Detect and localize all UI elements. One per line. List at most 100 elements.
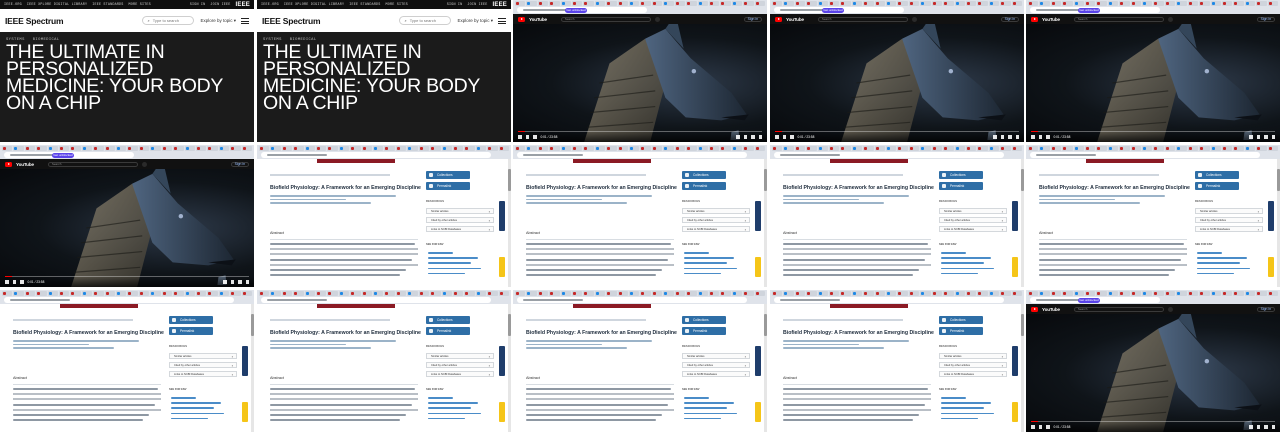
browser-tab[interactable] bbox=[526, 146, 537, 151]
browser-tab[interactable] bbox=[772, 146, 783, 151]
browser-tab[interactable] bbox=[720, 291, 731, 296]
browser-tab[interactable] bbox=[1187, 146, 1199, 151]
browser-tab[interactable] bbox=[1039, 1, 1050, 6]
youtube-logo-icon[interactable] bbox=[1031, 306, 1038, 312]
address-bar[interactable] bbox=[261, 297, 491, 303]
browser-tab[interactable] bbox=[316, 146, 327, 151]
browser-tab[interactable] bbox=[1000, 291, 1011, 296]
browser-tab[interactable] bbox=[583, 291, 594, 296]
browser-tab[interactable] bbox=[1153, 291, 1164, 296]
browser-tab[interactable] bbox=[1085, 146, 1096, 151]
browser-tab[interactable] bbox=[36, 291, 47, 296]
browser-tab[interactable] bbox=[304, 291, 316, 296]
youtube-wordmark[interactable]: YouTube bbox=[529, 17, 547, 22]
browser-tab[interactable] bbox=[572, 146, 583, 151]
browser-tab[interactable] bbox=[1130, 1, 1142, 6]
browser-tab[interactable] bbox=[47, 146, 59, 151]
scrollbar[interactable] bbox=[764, 304, 767, 432]
browser-tab[interactable] bbox=[1073, 291, 1085, 296]
miniplayer-icon[interactable] bbox=[1264, 135, 1268, 139]
browser-tab[interactable] bbox=[897, 1, 908, 6]
browser-tab[interactable] bbox=[407, 146, 418, 151]
browser-tab[interactable] bbox=[720, 1, 731, 6]
browser-tab[interactable] bbox=[640, 291, 651, 296]
microphone-icon[interactable] bbox=[1167, 16, 1173, 22]
browser-tab[interactable] bbox=[1107, 291, 1119, 296]
browser-tab[interactable] bbox=[361, 291, 373, 296]
browser-tab[interactable] bbox=[441, 291, 452, 296]
permalink-button[interactable]: Permalink bbox=[939, 327, 983, 335]
browser-tab[interactable] bbox=[230, 291, 241, 296]
scroll-thumb[interactable] bbox=[508, 169, 511, 191]
sign-in-link[interactable]: SIGN IN bbox=[447, 3, 463, 7]
browser-tab[interactable] bbox=[817, 291, 829, 296]
browser-tab[interactable] bbox=[965, 291, 977, 296]
resource-similar-articles[interactable]: Similar articles bbox=[426, 353, 494, 359]
browser-tab[interactable] bbox=[161, 291, 173, 296]
search-input[interactable]: ⌕ Type to search bbox=[142, 16, 195, 25]
browser-tab[interactable] bbox=[526, 1, 537, 6]
browser-tab[interactable] bbox=[537, 146, 549, 151]
browser-tab[interactable] bbox=[629, 291, 640, 296]
browser-tab[interactable] bbox=[36, 146, 47, 151]
permalink-button[interactable]: Permalink bbox=[426, 182, 470, 190]
browser-tab[interactable] bbox=[594, 291, 606, 296]
browser-tab[interactable] bbox=[316, 291, 327, 296]
browser-tab[interactable] bbox=[697, 1, 708, 6]
top-link[interactable]: IEEE STANDARDS bbox=[92, 3, 123, 7]
browser-tab[interactable] bbox=[1233, 1, 1244, 6]
next-icon[interactable] bbox=[782, 135, 786, 139]
explore-by-topic-button[interactable]: Explore by topic ▾ bbox=[457, 18, 493, 24]
browser-tab[interactable] bbox=[606, 1, 617, 6]
browser-tab[interactable] bbox=[1130, 291, 1142, 296]
join-link[interactable]: JOIN IEEE bbox=[467, 3, 487, 7]
browser-tab[interactable] bbox=[549, 146, 560, 151]
resource-similar-articles[interactable]: Similar articles bbox=[682, 208, 750, 214]
youtube-logo-icon[interactable] bbox=[775, 16, 782, 22]
browser-tab[interactable] bbox=[464, 146, 475, 151]
browser-tab[interactable] bbox=[537, 291, 549, 296]
browser-tab[interactable] bbox=[560, 1, 572, 6]
collections-button[interactable]: Collections bbox=[426, 316, 470, 324]
browser-tab[interactable] bbox=[59, 291, 70, 296]
browser-tab[interactable] bbox=[617, 146, 629, 151]
browser-tab[interactable] bbox=[1142, 146, 1153, 151]
browser-tab[interactable] bbox=[617, 1, 629, 6]
browser-tab[interactable] bbox=[594, 1, 606, 6]
collections-button[interactable]: Collections bbox=[426, 171, 470, 179]
browser-tab[interactable] bbox=[1107, 146, 1119, 151]
browser-tab[interactable] bbox=[560, 291, 572, 296]
collections-button[interactable]: Collections bbox=[939, 316, 983, 324]
microphone-icon[interactable] bbox=[141, 161, 147, 167]
scrollbar[interactable] bbox=[251, 304, 254, 432]
browser-tab[interactable] bbox=[81, 146, 93, 151]
browser-tab[interactable] bbox=[1267, 1, 1278, 6]
browser-tab[interactable] bbox=[150, 146, 161, 151]
browser-tab[interactable] bbox=[965, 146, 977, 151]
volume-icon[interactable] bbox=[1046, 425, 1050, 429]
browser-tab[interactable] bbox=[943, 1, 954, 6]
browser-tab[interactable] bbox=[886, 146, 897, 151]
browser-tab[interactable] bbox=[863, 1, 874, 6]
browser-tab[interactable] bbox=[150, 291, 161, 296]
browser-tab[interactable] bbox=[1107, 1, 1119, 6]
scroll-thumb[interactable] bbox=[1021, 314, 1024, 336]
resource-similar-articles[interactable]: Similar articles bbox=[426, 208, 494, 214]
browser-tab[interactable] bbox=[572, 291, 583, 296]
browser-tab[interactable] bbox=[629, 1, 640, 6]
browser-tab[interactable] bbox=[13, 146, 24, 151]
browser-tab[interactable] bbox=[195, 291, 207, 296]
browser-tab[interactable] bbox=[874, 291, 886, 296]
back-to-top-tab[interactable] bbox=[242, 346, 248, 376]
browser-tab[interactable] bbox=[230, 146, 241, 151]
back-to-top-tab[interactable] bbox=[1012, 201, 1018, 231]
browser-tab[interactable] bbox=[418, 146, 430, 151]
browser-tab[interactable] bbox=[1096, 146, 1107, 151]
resource-similar-articles[interactable]: Similar articles bbox=[1195, 208, 1263, 214]
resource-similar-articles[interactable]: Similar articles bbox=[169, 353, 237, 359]
address-bar[interactable] bbox=[261, 152, 491, 158]
scroll-thumb[interactable] bbox=[251, 314, 254, 336]
browser-tab[interactable] bbox=[651, 146, 663, 151]
browser-tab[interactable] bbox=[173, 146, 184, 151]
browser-tab[interactable] bbox=[138, 146, 150, 151]
